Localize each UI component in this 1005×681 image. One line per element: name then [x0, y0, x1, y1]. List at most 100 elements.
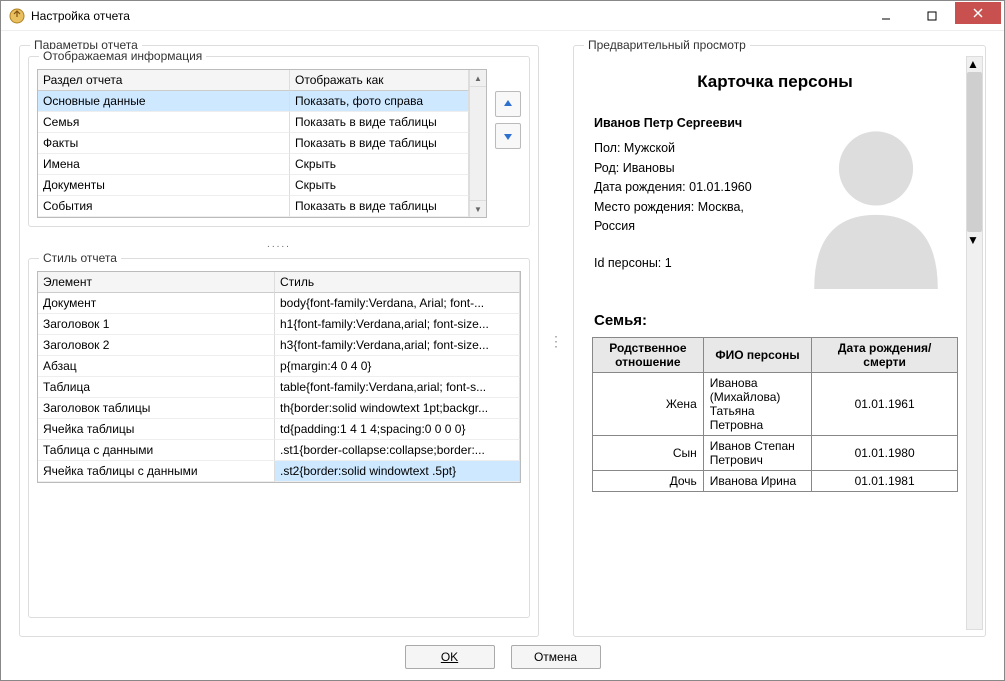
app-icon [9, 8, 25, 24]
table-row: ДочьИванова Ирина01.01.1981 [593, 471, 958, 492]
cancel-button[interactable]: Отмена [511, 645, 601, 669]
preview-body: Карточка персоны Иванов Петр Сергеевич П… [580, 56, 966, 630]
table-row[interactable]: Ячейка таблицыtd{padding:1 4 1 4;spacing… [38, 419, 520, 440]
cell-element: Заголовок таблицы [38, 398, 275, 419]
table-row[interactable]: ДокументыСкрыть [38, 175, 469, 196]
table-row[interactable]: Таблица с данными.st1{border-collapse:co… [38, 440, 520, 461]
col-style: Стиль [275, 272, 520, 293]
preview-scrollbar[interactable]: ▲ ▼ [966, 56, 983, 630]
cell-css: h3{font-family:Verdana,arial; font-size.… [275, 335, 520, 356]
dialog-content: Параметры отчета Отображаемая информация… [1, 31, 1004, 637]
cell-css: .st2{border:solid windowtext .5pt} [275, 461, 520, 482]
grid-header: Элемент Стиль [38, 272, 520, 293]
cell-element: Таблица [38, 377, 275, 398]
table-row[interactable]: Абзацp{margin:4 0 4 0} [38, 356, 520, 377]
cell-section: События [38, 196, 290, 217]
cell-mode: Показать в виде таблицы [290, 112, 469, 133]
col-element: Элемент [38, 272, 275, 293]
parameters-group: Параметры отчета Отображаемая информация… [19, 45, 539, 637]
scroll-down-icon[interactable]: ▼ [470, 200, 486, 217]
cell-css: body{font-family:Verdana, Arial; font-..… [275, 293, 520, 314]
col-fullname: ФИО персоны [703, 338, 811, 373]
maximize-button[interactable] [909, 5, 955, 27]
scroll-up-icon[interactable]: ▲ [967, 57, 982, 71]
col-mode: Отображать как [290, 70, 469, 91]
left-column: Параметры отчета Отображаемая информация… [19, 45, 539, 637]
table-row[interactable]: Заголовок 1h1{font-family:Verdana,arial;… [38, 314, 520, 335]
style-grid[interactable]: Элемент Стиль Документbody{font-family:V… [37, 271, 521, 483]
col-relation: Родственное отношение [593, 338, 704, 373]
window-title: Настройка отчета [31, 9, 863, 23]
cell-mode: Показать, фото справа [290, 91, 469, 112]
person-block: Иванов Петр Сергеевич Пол: Мужской Род: … [586, 114, 964, 294]
move-up-button[interactable] [495, 91, 521, 117]
cell-element: Документ [38, 293, 275, 314]
dialog-window: Настройка отчета Параметры отчета Отобра… [0, 0, 1005, 681]
family-table: Родственное отношение ФИО персоны Дата р… [592, 337, 958, 492]
clan-value: Ивановы [623, 161, 675, 175]
right-column: Предварительный просмотр Карточка персон… [573, 45, 986, 637]
cell-css: h1{font-family:Verdana,arial; font-size.… [275, 314, 520, 335]
titlebar: Настройка отчета [1, 1, 1004, 31]
cell-section: Семья [38, 112, 290, 133]
place-label: Место рождения: [594, 200, 694, 214]
cell-element: Заголовок 1 [38, 314, 275, 335]
cell-date: 01.01.1961 [812, 373, 958, 436]
table-row[interactable]: Заголовок 2h3{font-family:Verdana,arial;… [38, 335, 520, 356]
table-row: ЖенаИванова (Михайлова) Татьяна Петровна… [593, 373, 958, 436]
table-row[interactable]: СемьяПоказать в виде таблицы [38, 112, 469, 133]
person-name: Иванов Петр Сергеевич [594, 116, 742, 130]
grid-header: Раздел отчета Отображать как [38, 70, 469, 91]
display-info-wrap: Раздел отчета Отображать как Основные да… [37, 69, 521, 218]
close-button[interactable] [955, 2, 1001, 24]
table-row[interactable]: Документbody{font-family:Verdana, Arial;… [38, 293, 520, 314]
clan-label: Род: [594, 161, 619, 175]
cell-element: Ячейка таблицы с данными [38, 461, 275, 482]
cell-css: .st1{border-collapse:collapse;border:... [275, 440, 520, 461]
cell-element: Заголовок 2 [38, 335, 275, 356]
reorder-buttons [495, 69, 521, 218]
grid-scrollbar[interactable]: ▲ ▼ [469, 70, 486, 217]
table-row[interactable]: Основные данныеПоказать, фото справа [38, 91, 469, 112]
scroll-thumb[interactable] [967, 72, 982, 232]
col-dates: Дата рождения/смерти [812, 338, 958, 373]
minimize-button[interactable] [863, 5, 909, 27]
preview-title: Карточка персоны [586, 62, 964, 114]
scroll-up-icon[interactable]: ▲ [470, 70, 486, 87]
display-info-group: Отображаемая информация Раздел отчета От… [28, 56, 530, 227]
cell-css: td{padding:1 4 1 4;spacing:0 0 0 0} [275, 419, 520, 440]
cell-relation: Жена [593, 373, 704, 436]
cell-css: th{border:solid windowtext 1pt;backgr... [275, 398, 520, 419]
cell-element: Ячейка таблицы [38, 419, 275, 440]
cell-section: Документы [38, 175, 290, 196]
style-group: Стиль отчета Элемент Стиль Документbody{… [28, 258, 530, 618]
birth-label: Дата рождения: [594, 180, 686, 194]
cell-section: Факты [38, 133, 290, 154]
cell-section: Основные данные [38, 91, 290, 112]
cell-element: Абзац [38, 356, 275, 377]
table-row[interactable]: Заголовок таблицыth{border:solid windowt… [38, 398, 520, 419]
style-label: Стиль отчета [39, 251, 121, 265]
table-row[interactable]: ФактыПоказать в виде таблицы [38, 133, 469, 154]
cell-date: 01.01.1981 [812, 471, 958, 492]
cell-relation: Сын [593, 436, 704, 471]
vertical-splitter[interactable]: ⋮ [553, 45, 559, 637]
family-heading: Семья: [586, 294, 964, 337]
scroll-down-icon[interactable]: ▼ [967, 233, 982, 247]
ok-button[interactable]: OK [405, 645, 495, 669]
display-info-grid[interactable]: Раздел отчета Отображать как Основные да… [37, 69, 487, 218]
sex-value: Мужской [624, 141, 675, 155]
preview-label: Предварительный просмотр [584, 38, 750, 52]
col-section: Раздел отчета [38, 70, 290, 91]
table-row[interactable]: СобытияПоказать в виде таблицы [38, 196, 469, 217]
table-row[interactable]: Ячейка таблицы с данными.st2{border:soli… [38, 461, 520, 482]
display-info-label: Отображаемая информация [39, 49, 206, 63]
table-row[interactable]: Таблицаtable{font-family:Verdana,arial; … [38, 377, 520, 398]
id-value: 1 [665, 256, 672, 270]
table-row[interactable]: ИменаСкрыть [38, 154, 469, 175]
move-down-button[interactable] [495, 123, 521, 149]
table-row: СынИванов Степан Петрович01.01.1980 [593, 436, 958, 471]
person-info: Иванов Петр Сергеевич Пол: Мужской Род: … [594, 114, 786, 294]
cell-section: Имена [38, 154, 290, 175]
sex-label: Пол: [594, 141, 620, 155]
